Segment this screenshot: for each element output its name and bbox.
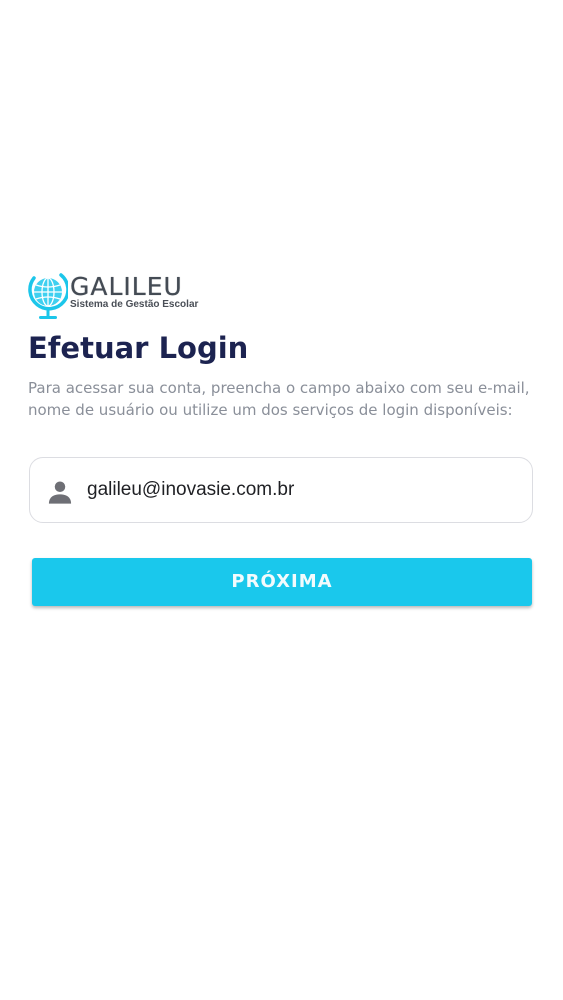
- brand-logo: GALILEU Sistema de Gestão Escolar: [28, 270, 203, 322]
- next-button[interactable]: PRÓXIMA: [32, 558, 532, 606]
- email-input[interactable]: [87, 472, 517, 508]
- brand-tagline: Sistema de Gestão Escolar: [70, 299, 199, 310]
- login-screen: GALILEU Sistema de Gestão Escolar Efetua…: [0, 0, 563, 1000]
- user-icon: [48, 481, 72, 504]
- login-field[interactable]: [29, 457, 533, 523]
- page-subtitle: Para acessar sua conta, preencha o campo…: [28, 379, 530, 419]
- globe-icon: [28, 273, 68, 319]
- page-title: Efetuar Login: [28, 331, 249, 365]
- brand-name: GALILEU: [70, 272, 183, 301]
